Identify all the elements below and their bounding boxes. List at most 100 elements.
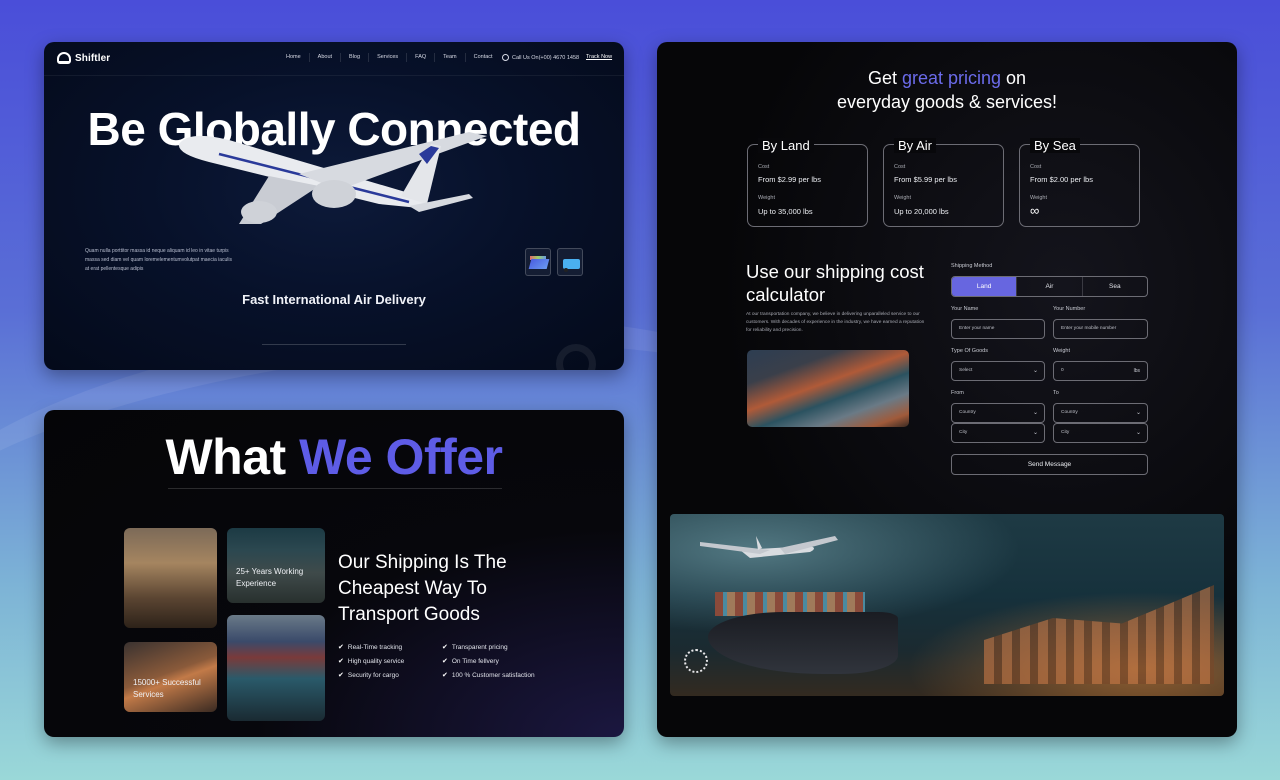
name-placeholder: Enter your name [959,326,995,331]
feature-item: ✔ Security for cargo [338,671,442,680]
pricing-heading-post: on [1001,68,1027,88]
decorative-arc [556,344,596,370]
goods-type-select[interactable]: Select ⌄ [951,361,1045,381]
logistics-banner-image [670,514,1224,696]
port-aerial-image [747,350,909,427]
from-label: From [951,390,964,396]
weight-value: Up to 35,000 lbs [758,207,813,216]
nav-about[interactable]: About [310,53,342,62]
from-city-select[interactable]: City ⌄ [951,423,1045,443]
chevron-down-icon: ⌄ [1032,430,1038,436]
ship-hull-shape [528,259,550,269]
cost-value: From $5.99 per lbs [894,175,957,184]
send-message-button[interactable]: Send Message [951,454,1148,475]
number-placeholder: Enter your mobile number [1061,326,1117,331]
cargo-ship-thumbnail[interactable] [525,248,551,276]
from-country-select[interactable]: Country ⌄ [951,403,1045,423]
call-us-link[interactable]: Call Us On(+00) 4670 1458 [502,54,579,61]
feature-item: ✔ Transparent pricing [442,643,552,652]
from-country-placeholder: Country [959,410,976,415]
check-icon: ✔ [442,672,448,679]
chevron-down-icon: ⌄ [1032,410,1038,416]
cost-value: From $2.99 per lbs [758,175,821,184]
method-air-tab[interactable]: Air [1017,277,1083,296]
feature-text: On Time fellvery [451,657,499,665]
goods-type-value: Select [959,368,973,373]
nav-contact[interactable]: Contact [466,53,501,62]
cost-label: Cost [894,164,906,170]
cargo-plane-graphic [700,536,838,558]
weight-value: Up to 20,000 lbs [894,207,949,216]
weight-label: Weight [1030,195,1048,201]
name-input[interactable]: Enter your name [951,319,1045,339]
logo[interactable]: Shiftler [57,52,110,64]
feature-item: ✔ 100 % Customer satisfaction [442,671,552,680]
offer-title-accent: We Offer [299,429,503,485]
nav-home[interactable]: Home [278,53,310,62]
weight-label: Weight [758,195,776,201]
pricing-section: Get great pricing on everyday goods & se… [657,42,1237,737]
nav-team[interactable]: Team [435,53,466,62]
nav-services[interactable]: Services [369,53,408,62]
truck-wheel-shape [564,268,568,272]
nav-links: Home About Blog Services FAQ Team Contac… [278,53,501,62]
hero-section: Shiftler Home About Blog Services FAQ Te… [44,42,624,370]
services-image-card: 15000+ Successful Services [124,642,217,712]
check-icon: ✔ [442,658,448,665]
nav-blog[interactable]: Blog [341,53,370,62]
to-label: To [1053,390,1059,396]
weight-input-value: 0 [1061,368,1064,373]
cost-label: Cost [1030,164,1042,170]
offer-heading: Our Shipping Is The Cheapest Way To Tran… [338,552,507,625]
services-count-label: 15000+ Successful Services [133,678,201,699]
feature-item: ✔ On Time fellvery [442,657,552,666]
weight-unit: lbs [1133,368,1140,374]
hero-thumbnails [525,248,583,276]
infinity-icon: ∞ [1030,203,1040,218]
hero-description: Quam nulla porttitor massa id neque aliq… [85,248,233,272]
price-card-sea: By Sea Cost From $2.00 per lbs Weight ∞ [1019,138,1140,227]
hero-subtitle: Fast International Air Delivery [242,292,426,307]
shipping-method-selector: Land Air Sea [951,276,1148,297]
price-card-title: By Air [894,138,936,153]
number-input[interactable]: Enter your mobile number [1053,319,1148,339]
feature-list: ✔ Real-Time tracking ✔ Transparent pricing… [338,643,552,680]
price-card-air: By Air Cost From $5.99 per lbs Weight Up… [883,138,1004,227]
method-land-tab[interactable]: Land [952,277,1018,296]
feature-item: ✔ High quality service [338,657,442,666]
nav-faq[interactable]: FAQ [407,53,436,62]
weight-input[interactable]: 0 lbs [1053,361,1148,381]
check-icon: ✔ [338,658,344,665]
feature-text: Transparent pricing [451,643,508,651]
rotating-badge-icon [684,649,708,673]
offer-section: What We Offer 25+ Years Working Experien… [44,410,624,737]
from-city-placeholder: City [959,430,968,435]
shipping-method-label: Shipping Method [951,263,993,269]
whatsapp-icon [502,54,509,61]
feature-text: High quality service [347,657,405,665]
truck-thumbnail[interactable] [557,248,583,276]
call-us-text: Call Us On(+00) 4670 1458 [512,54,580,61]
airplane-image [178,132,487,224]
feature-item: ✔ Real-Time tracking [338,643,442,652]
feature-text: Real-Time tracking [347,643,403,651]
track-now-link[interactable]: Track Now [586,54,612,60]
hero-divider [262,344,406,345]
feature-text: 100 % Customer satisfaction [451,671,535,679]
goods-type-label: Type Of Goods [951,348,988,354]
to-country-placeholder: Country [1061,410,1078,415]
price-card-title: By Sea [1030,138,1080,153]
feature-text: Security for cargo [347,671,399,679]
to-country-select[interactable]: Country ⌄ [1053,403,1148,423]
logo-icon [57,52,71,64]
method-sea-tab[interactable]: Sea [1083,277,1147,296]
experience-label: 25+ Years Working Experience [236,567,304,588]
check-icon: ✔ [338,644,344,651]
weight-field-label: Weight [1053,348,1071,354]
check-icon: ✔ [442,644,448,651]
logo-text: Shiftler [75,52,111,64]
top-navigation: Shiftler Home About Blog Services FAQ Te… [44,42,624,76]
to-city-select[interactable]: City ⌄ [1053,423,1148,443]
name-label: Your Name [951,306,979,312]
cargo-ship-graphic [708,612,898,674]
